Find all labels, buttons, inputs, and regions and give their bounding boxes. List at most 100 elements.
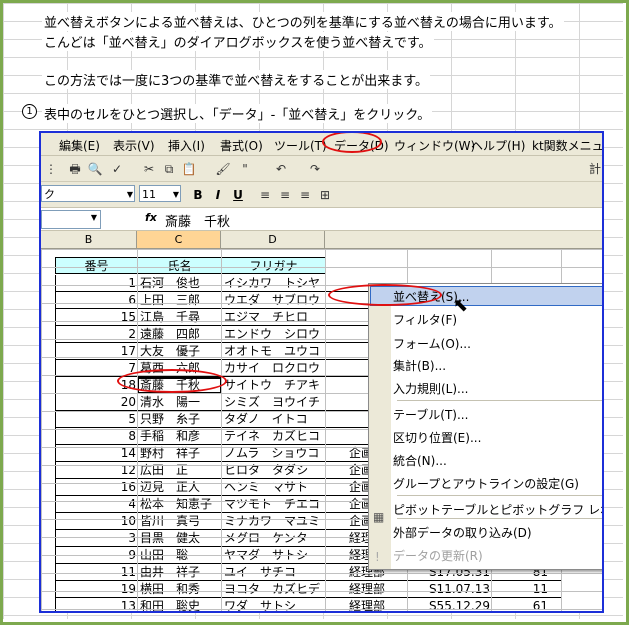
format-painter-icon[interactable]: 🖌 (215, 161, 231, 177)
cell-number[interactable]: 1 (55, 275, 138, 292)
data-menu-item[interactable]: 外部データの取り込み(D)▶ (393, 523, 602, 543)
formula-bar: ▼ fx 斎藤 千秋 (41, 208, 602, 231)
formula-value[interactable]: 斎藤 千秋 (165, 211, 230, 230)
table-header-cell[interactable]: 氏名 (137, 257, 222, 274)
menu-view[interactable]: 表示(V) (113, 137, 155, 154)
paste-icon[interactable]: 📋 (181, 161, 197, 177)
italic-button[interactable]: I (209, 186, 227, 204)
merge-center-icon[interactable]: ⊞ (317, 187, 333, 203)
font-name-combo[interactable]: ク ▼ (41, 185, 135, 202)
align-right-icon[interactable]: ≡ (297, 187, 313, 203)
underline-button[interactable]: U (229, 186, 247, 204)
cell-number[interactable]: 2 (55, 326, 138, 343)
data-menu-item-label: 外部データの取り込み(D) (393, 526, 532, 540)
cell-number[interactable]: 19 (55, 581, 138, 598)
bold-button[interactable]: B (189, 186, 207, 204)
cell-kana[interactable]: サイトウ チアキ (221, 377, 326, 394)
data-menu-item[interactable]: 集計(B)... (393, 356, 602, 376)
cell-name[interactable]: 上田 三郎 (137, 292, 222, 309)
cell-value[interactable]: 11 (491, 581, 562, 598)
cell-kana[interactable]: エンドウ シロウ (221, 326, 326, 343)
cell-number[interactable]: 5 (55, 411, 138, 428)
menu-edit[interactable]: 編集(E) (59, 137, 100, 154)
data-menu-item[interactable]: 入力規則(L)... (393, 379, 602, 399)
cell-name[interactable]: 松本 知恵子 (137, 496, 222, 513)
cell-number[interactable]: 8 (55, 428, 138, 445)
cell-kana[interactable]: マツモト チエコ (221, 496, 326, 513)
cell-number[interactable]: 15 (55, 309, 138, 326)
cell-kana[interactable]: シミズ ヨウイチ (221, 394, 326, 411)
cell-dept[interactable]: 経理部 (325, 581, 408, 598)
cell-number[interactable]: 6 (55, 292, 138, 309)
column-header-d[interactable]: D (221, 231, 325, 248)
name-box[interactable]: ▼ (41, 210, 101, 229)
data-menu-item[interactable]: ピボットテーブルとピボットグラフ レポート(P)... (393, 500, 602, 520)
data-menu-item[interactable]: フォーム(O)... (393, 334, 602, 354)
menu-separator (397, 495, 602, 496)
cell-number[interactable]: 20 (55, 394, 138, 411)
cell-kana[interactable]: ウエダ サブロウ (221, 292, 326, 309)
cell-number[interactable]: 16 (55, 479, 138, 496)
cell-name[interactable]: 遠藤 四郎 (137, 326, 222, 343)
cell-kana[interactable]: ヘンミ マサト (221, 479, 326, 496)
data-menu-item[interactable]: 区切り位置(E)... (393, 428, 602, 448)
spellcheck-icon[interactable]: ✓ (109, 161, 125, 177)
print-icon[interactable]: 🖶 (67, 161, 83, 177)
menu-tools[interactable]: ツール(T) (274, 137, 327, 154)
cell-kana[interactable]: メグロ ケンタ (221, 530, 326, 547)
cell-value[interactable]: 61 (491, 598, 562, 611)
cell-number[interactable]: 13 (55, 598, 138, 611)
toolbar-extra-label: 計 (588, 162, 601, 176)
font-size-combo[interactable]: 11 ▼ (139, 185, 181, 202)
cell-name[interactable]: 和田 聡史 (137, 598, 222, 611)
cell-kana[interactable]: エジマ チヒロ (221, 309, 326, 326)
cell-number[interactable]: 10 (55, 513, 138, 530)
cell-kana[interactable]: テイネ カズヒコ (221, 428, 326, 445)
cell-date[interactable]: S55.12.29 (407, 598, 492, 611)
cell-name[interactable]: 目黒 健太 (137, 530, 222, 547)
data-menu-item[interactable]: 統合(N)... (393, 451, 602, 471)
column-header-c[interactable]: C (137, 231, 221, 248)
cell-date[interactable]: S11.07.13 (407, 581, 492, 598)
menu-insert[interactable]: 挿入(I) (168, 137, 205, 154)
quote-icon[interactable]: " (237, 161, 253, 177)
menu-window[interactable]: ウィンドウ(W) (394, 137, 475, 154)
pivot-icon: ▦ (373, 510, 385, 524)
cell-name[interactable]: 横田 和秀 (137, 581, 222, 598)
cell-dept[interactable]: 経理部 (325, 598, 408, 611)
data-menu-item-label: フォーム(O)... (393, 337, 471, 351)
cell-name[interactable]: 手稲 和彦 (137, 428, 222, 445)
cell-name[interactable]: 石河 俊也 (137, 275, 222, 292)
table-header-cell[interactable]: 番号 (55, 257, 138, 274)
cell-kana[interactable]: イシカワ トシヤ (221, 275, 326, 292)
cell-kana[interactable]: ワダ サトシ (221, 598, 326, 611)
redo-icon[interactable]: ↷ (307, 161, 323, 177)
print-preview-icon[interactable]: 🔍 (87, 161, 103, 177)
menu-format[interactable]: 書式(O) (220, 137, 263, 154)
cell-name[interactable]: 江島 千尋 (137, 309, 222, 326)
cell-kana[interactable]: ミナカワ マユミ (221, 513, 326, 530)
cell-name[interactable]: 皆川 真弓 (137, 513, 222, 530)
data-menu-item[interactable]: グループとアウトラインの設定(G)▶ (393, 474, 602, 494)
cell-number[interactable]: 3 (55, 530, 138, 547)
undo-icon[interactable]: ↶ (273, 161, 289, 177)
align-left-icon[interactable]: ≡ (257, 187, 273, 203)
align-center-icon[interactable]: ≡ (277, 187, 293, 203)
cell-kana[interactable]: タダノ イトコ (221, 411, 326, 428)
menu-help[interactable]: ヘルプ(H) (471, 137, 525, 154)
data-menu-item: データの更新(R) (393, 546, 602, 566)
data-menu-item[interactable]: フィルタ(F)▶ (393, 310, 602, 330)
column-header-b[interactable]: B (41, 231, 137, 248)
table-header-cell[interactable]: フリガナ (221, 257, 326, 274)
cell-kana[interactable]: ヨコタ カズヒデ (221, 581, 326, 598)
cell-name[interactable]: 辺見 正人 (137, 479, 222, 496)
menu-kt-functions[interactable]: kt関数メニュー (532, 137, 602, 154)
data-menu-item[interactable]: テーブル(T)... (393, 405, 602, 425)
cut-icon[interactable]: ✂ (141, 161, 157, 177)
cell-name[interactable]: 清水 陽一 (137, 394, 222, 411)
cell-name[interactable]: 只野 糸子 (137, 411, 222, 428)
copy-icon[interactable]: ⧉ (161, 161, 177, 177)
refresh-icon: ! (375, 550, 380, 564)
cell-number[interactable]: 4 (55, 496, 138, 513)
menu-icon-gutter (369, 284, 391, 569)
